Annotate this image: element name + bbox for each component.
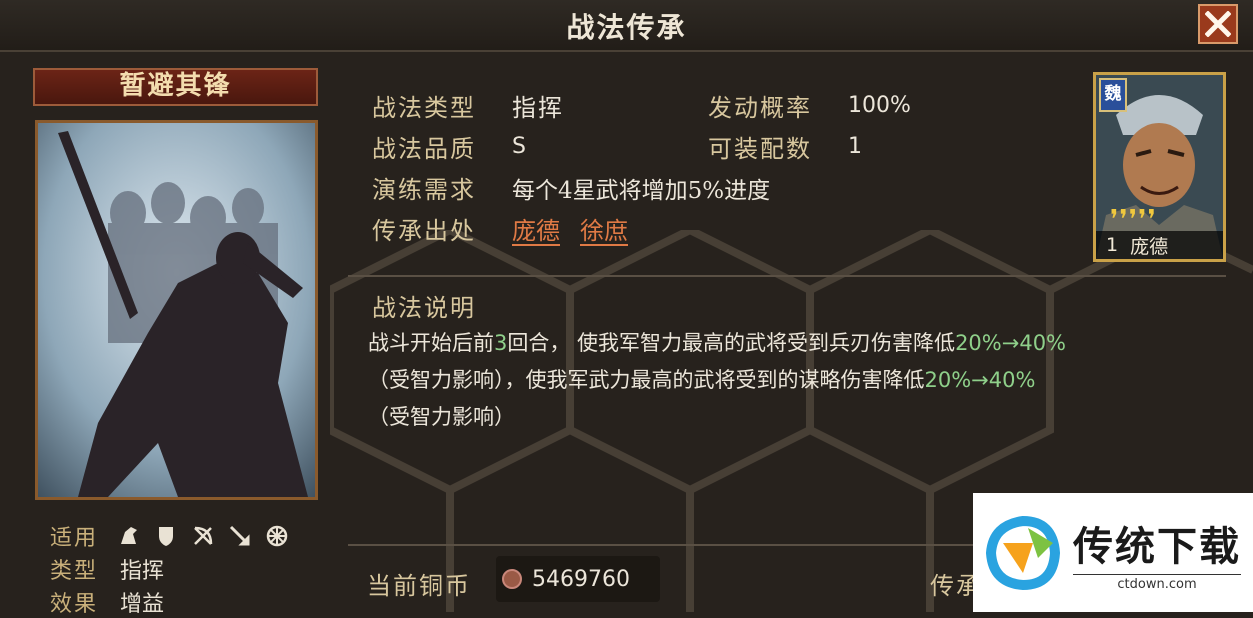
general-footer: 1 庞德	[1096, 231, 1223, 259]
siege-icon	[264, 523, 290, 549]
title-bar: 战法传承	[0, 0, 1253, 52]
desc-rounds: 3	[494, 331, 508, 355]
description-body: 战斗开始后前3回合， 使我军智力最高的武将受到兵刃伤害降低20%→40% （受智力…	[368, 325, 1198, 436]
general-card[interactable]: 魏 ❜❜❜❜❜ 1 庞德	[1093, 72, 1226, 262]
desc-range-1: 20%→40%	[955, 331, 1067, 355]
spear-icon	[227, 523, 253, 549]
desc-range-2: 20%→40%	[924, 368, 1036, 392]
cavalry-icon	[116, 523, 142, 549]
watermark-brand: 传统下载	[1073, 523, 1241, 570]
description-title: 战法说明	[372, 294, 476, 322]
coin-value: 5469760	[532, 566, 630, 592]
general-name: 庞德	[1130, 235, 1169, 258]
meta-type-label: 类型	[50, 559, 99, 584]
skill-quality-value-wrap: S	[512, 131, 526, 159]
practice-value: 每个4星武将增加5%进度	[512, 178, 771, 204]
trigger-rate-field: 发动概率	[708, 88, 812, 123]
equip-count-field: 可装配数	[708, 129, 812, 164]
skill-name: 暂避其锋	[33, 68, 318, 106]
coin-icon	[502, 569, 522, 589]
desc-part2: 回合， 使我军智力最高的武将受到兵刃伤害降低	[507, 331, 956, 355]
skill-quality-label: 战法品质	[372, 135, 476, 163]
meta-type-row: 类型 指挥	[50, 553, 164, 585]
coin-label: 当前铜币	[367, 572, 471, 600]
desc-part3: （受智力影响），使我军武力最高的武将受到的谋略伤害降低	[368, 368, 925, 392]
faction-badge: 魏	[1099, 78, 1127, 112]
skill-artwork	[35, 120, 318, 500]
practice-label: 演练需求	[372, 176, 476, 204]
applicable-row: 适用	[50, 520, 301, 552]
source-link-xushu[interactable]: 徐庶	[580, 217, 628, 245]
watermark-url: ctdown.com	[1073, 573, 1241, 592]
equip-count-value-wrap: 1	[848, 131, 862, 159]
skill-type-value-wrap: 指挥	[512, 88, 564, 123]
equip-count-label: 可装配数	[708, 135, 812, 163]
meta-effect-label: 效果	[50, 592, 99, 617]
skill-quality-value: S	[512, 134, 526, 159]
meta-effect-value: 增益	[120, 592, 165, 617]
divider-top	[348, 275, 1226, 277]
watermark-logo-icon	[985, 515, 1061, 590]
watermark: 传统下载 ctdown.com	[973, 493, 1253, 612]
page-title: 战法传承	[566, 11, 687, 44]
practice-field: 演练需求	[372, 170, 476, 205]
close-button[interactable]	[1198, 4, 1238, 44]
source-link-pangde[interactable]: 庞德	[512, 217, 560, 245]
source-links: 庞德 徐庶	[512, 211, 648, 246]
bow-icon	[190, 523, 216, 549]
desc-part1: 战斗开始后前	[368, 331, 494, 355]
skill-quality-field: 战法品质	[372, 129, 476, 164]
meta-effect-row: 效果 增益	[50, 586, 164, 618]
meta-type-value: 指挥	[120, 559, 165, 584]
practice-value-wrap: 每个4星武将增加5%进度	[512, 171, 770, 205]
source-field: 传承出处	[372, 211, 476, 246]
general-level: 1	[1106, 234, 1119, 256]
source-label: 传承出处	[372, 217, 476, 245]
trigger-rate-value: 100%	[848, 93, 911, 118]
applicable-label: 适用	[50, 526, 99, 551]
skill-type-label: 战法类型	[372, 94, 476, 122]
skill-type-field: 战法类型	[372, 88, 476, 123]
equip-count-value: 1	[848, 134, 862, 159]
desc-part4: （受智力影响）	[368, 405, 515, 429]
close-icon	[1205, 11, 1231, 37]
shield-icon	[153, 523, 179, 549]
trigger-rate-value-wrap: 100%	[848, 90, 911, 118]
skill-type-value: 指挥	[512, 94, 564, 122]
coin-balance: 5469760	[496, 556, 660, 602]
trigger-rate-label: 发动概率	[708, 94, 812, 122]
